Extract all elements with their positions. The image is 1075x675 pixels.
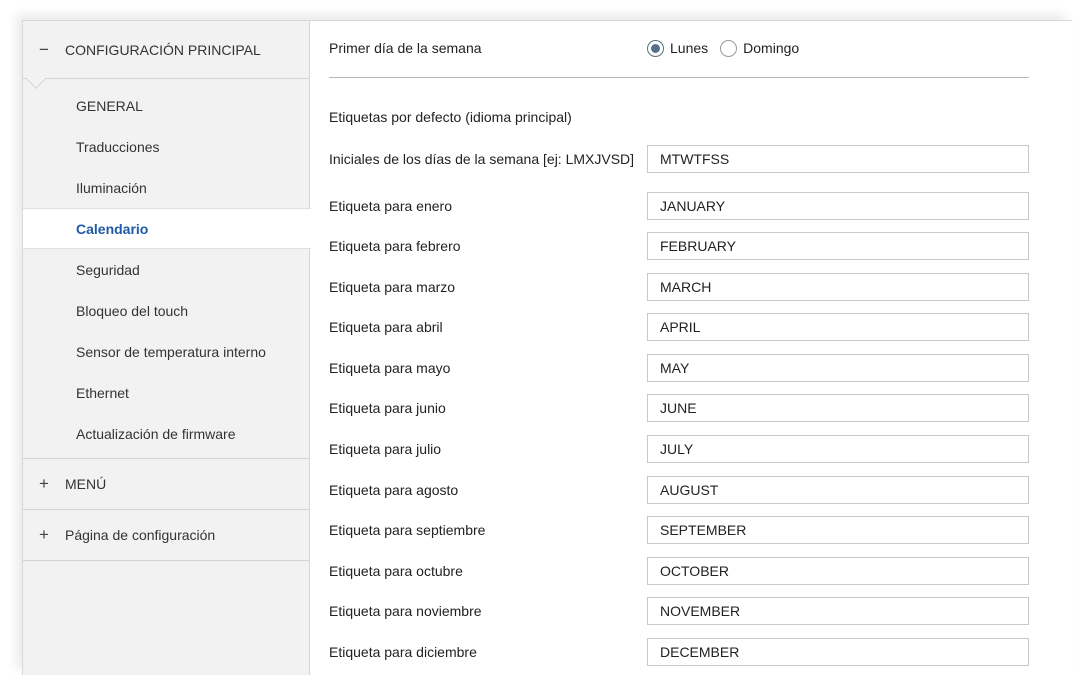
agosto-input[interactable] <box>647 476 1029 504</box>
field-label: Etiqueta para diciembre <box>329 643 477 660</box>
field-row-noviembre: Etiqueta para noviembre <box>329 596 1029 626</box>
field-row-julio: Etiqueta para julio <box>329 434 1029 464</box>
diciembre-input[interactable] <box>647 638 1029 666</box>
radio-unchecked-icon[interactable] <box>720 39 738 57</box>
first-day-label: Primer día de la semana <box>329 40 482 56</box>
field-row-octubre: Etiqueta para octubre <box>329 556 1029 586</box>
sidebar-item-iluminacion[interactable]: Iluminación <box>23 167 309 208</box>
group-label: CONFIGURACIÓN PRINCIPAL <box>65 41 261 58</box>
radio-checked-icon[interactable] <box>647 39 664 57</box>
sidebar: − CONFIGURACIÓN PRINCIPAL GENERAL Traduc… <box>23 21 311 675</box>
field-row-agosto: Etiqueta para agosto <box>329 475 1029 505</box>
sidebar-item-calendario[interactable]: Calendario <box>23 208 311 249</box>
field-row-junio: Etiqueta para junio <box>329 393 1029 423</box>
field-label: Etiqueta para enero <box>329 197 452 214</box>
section-title: Etiquetas por defecto (idioma principal) <box>329 109 572 125</box>
sidebar-item-traducciones[interactable]: Traducciones <box>23 126 309 167</box>
divider <box>329 77 1029 78</box>
field-label: Etiqueta para noviembre <box>329 602 482 619</box>
octubre-input[interactable] <box>647 557 1029 585</box>
field-label: Etiqueta para marzo <box>329 278 456 295</box>
sidebar-item-sensor-temperatura[interactable]: Sensor de temperatura interno <box>23 331 309 372</box>
sidebar-item-general[interactable]: GENERAL <box>23 85 309 126</box>
julio-input[interactable] <box>647 435 1029 463</box>
junio-input[interactable] <box>647 394 1029 422</box>
field-row-marzo: Etiqueta para marzo <box>329 272 1029 302</box>
noviembre-input[interactable] <box>647 597 1029 625</box>
expand-icon[interactable]: + <box>23 525 65 545</box>
field-row-abril: Etiqueta para abril <box>329 312 1029 342</box>
enero-input[interactable] <box>647 192 1029 220</box>
mayo-input[interactable] <box>647 354 1029 382</box>
first-day-row: Primer día de la semana Lunes Domingo <box>329 36 1029 60</box>
field-label: Etiqueta para febrero <box>329 237 461 254</box>
field-label: Etiqueta para abril <box>329 318 443 335</box>
field-row-mayo: Etiqueta para mayo <box>329 353 1029 383</box>
sidebar-item-actualizacion-firmware[interactable]: Actualización de firmware <box>23 413 309 454</box>
febrero-input[interactable] <box>647 232 1029 260</box>
main-panel: Primer día de la semana Lunes Domingo Et… <box>311 21 1072 675</box>
radio-domingo-label: Domingo <box>743 40 800 56</box>
field-row-septiembre: Etiqueta para septiembre <box>329 515 1029 545</box>
day-initials-input[interactable] <box>647 145 1029 173</box>
field-label: Etiqueta para octubre <box>329 562 463 579</box>
group-label: MENÚ <box>65 476 107 492</box>
septiembre-input[interactable] <box>647 516 1029 544</box>
field-label: Etiqueta para septiembre <box>329 521 486 538</box>
radio-lunes-label: Lunes <box>670 40 709 56</box>
field-row-enero: Etiqueta para enero <box>329 191 1029 221</box>
field-label: Etiqueta para junio <box>329 399 446 416</box>
sidebar-item-ethernet[interactable]: Ethernet <box>23 372 309 413</box>
group-pagina-configuracion[interactable]: + Página de configuración <box>23 510 309 561</box>
group-configuracion-principal[interactable]: − CONFIGURACIÓN PRINCIPAL <box>23 21 309 89</box>
field-row-diciembre: Etiqueta para diciembre <box>329 637 1029 667</box>
field-label: Etiqueta para julio <box>329 440 442 457</box>
field-row-febrero: Etiqueta para febrero <box>329 231 1029 261</box>
marzo-input[interactable] <box>647 273 1029 301</box>
config-window: − CONFIGURACIÓN PRINCIPAL GENERAL Traduc… <box>22 20 1072 675</box>
group-label: Página de configuración <box>65 527 216 543</box>
field-label: Etiqueta para agosto <box>329 481 459 498</box>
sidebar-item-bloqueo-touch[interactable]: Bloqueo del touch <box>23 290 309 331</box>
radio-domingo[interactable]: Domingo <box>720 39 800 57</box>
expand-icon[interactable]: + <box>23 474 65 494</box>
field-label: Iniciales de los días de la semana [ej: … <box>329 150 635 167</box>
sidebar-subitems: GENERAL Traducciones Iluminación Calenda… <box>23 79 311 459</box>
field-row-day-initials: Iniciales de los días de la semana [ej: … <box>329 139 1029 179</box>
group-menu[interactable]: + MENÚ <box>23 459 309 510</box>
abril-input[interactable] <box>647 313 1029 341</box>
radio-lunes[interactable]: Lunes <box>647 39 709 57</box>
collapse-icon[interactable]: − <box>23 40 65 60</box>
field-label: Etiqueta para mayo <box>329 359 451 376</box>
sidebar-item-seguridad[interactable]: Seguridad <box>23 249 309 290</box>
